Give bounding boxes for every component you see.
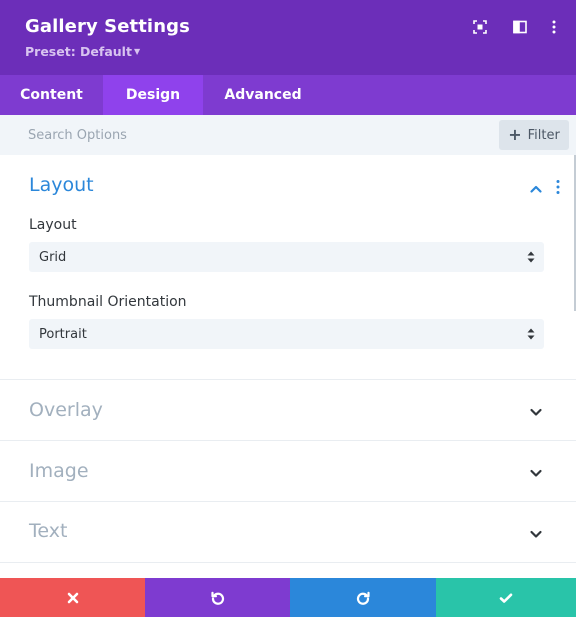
caret-down-icon: ▼ [133,47,141,56]
section-title-overlay[interactable]: Overlay [29,399,103,421]
redo-icon [356,591,370,605]
filter-label: Filter [527,127,560,143]
save-button[interactable] [436,578,576,617]
select-arrows-icon [527,328,535,340]
fullscreen-icon[interactable] [471,18,489,36]
checkmark-icon [499,593,513,603]
search-bar [0,115,576,155]
chevron-down-icon[interactable] [529,526,543,540]
field-label-thumbnail-orientation: Thumbnail Orientation [29,294,187,310]
thumbnail-orientation-select[interactable]: Portrait [29,319,544,349]
close-icon [67,592,78,603]
redo-button[interactable] [290,578,436,617]
plus-icon: + [508,125,522,144]
select-arrows-icon [527,251,535,263]
section-divider [0,562,576,563]
undo-icon [210,591,224,605]
tab-advanced[interactable]: Advanced [203,75,323,115]
search-input[interactable] [28,125,428,145]
chevron-down-icon[interactable] [529,465,543,479]
section-title-text[interactable]: Text [29,520,67,542]
tab-content[interactable]: Content [0,75,103,115]
more-options-icon[interactable] [545,18,563,36]
section-divider [0,379,576,380]
page-title: Gallery Settings [25,16,190,37]
field-label-layout: Layout [29,217,77,233]
layout-select[interactable]: Grid [29,242,544,272]
settings-tabs: Content Design Advanced [0,75,576,115]
chevron-down-icon[interactable] [529,404,543,418]
chevron-up-icon[interactable] [529,181,543,195]
filter-button[interactable]: + Filter [499,120,569,150]
preset-label: Preset: Default [25,44,132,59]
thumbnail-orientation-value: Portrait [39,327,87,342]
section-options-icon[interactable] [553,179,563,195]
layout-select-value: Grid [39,250,67,265]
preset-selector[interactable]: Preset: Default ▼ [25,44,140,59]
section-divider [0,440,576,441]
section-title-layout[interactable]: Layout [29,174,94,196]
settings-header: Gallery Settings Preset: Default ▼ [0,0,576,75]
action-bar [0,578,576,617]
section-title-image[interactable]: Image [29,460,89,482]
section-divider [0,501,576,502]
cancel-button[interactable] [0,578,145,617]
split-view-icon[interactable] [511,18,529,36]
undo-button[interactable] [145,578,290,617]
tab-design[interactable]: Design [103,75,203,115]
